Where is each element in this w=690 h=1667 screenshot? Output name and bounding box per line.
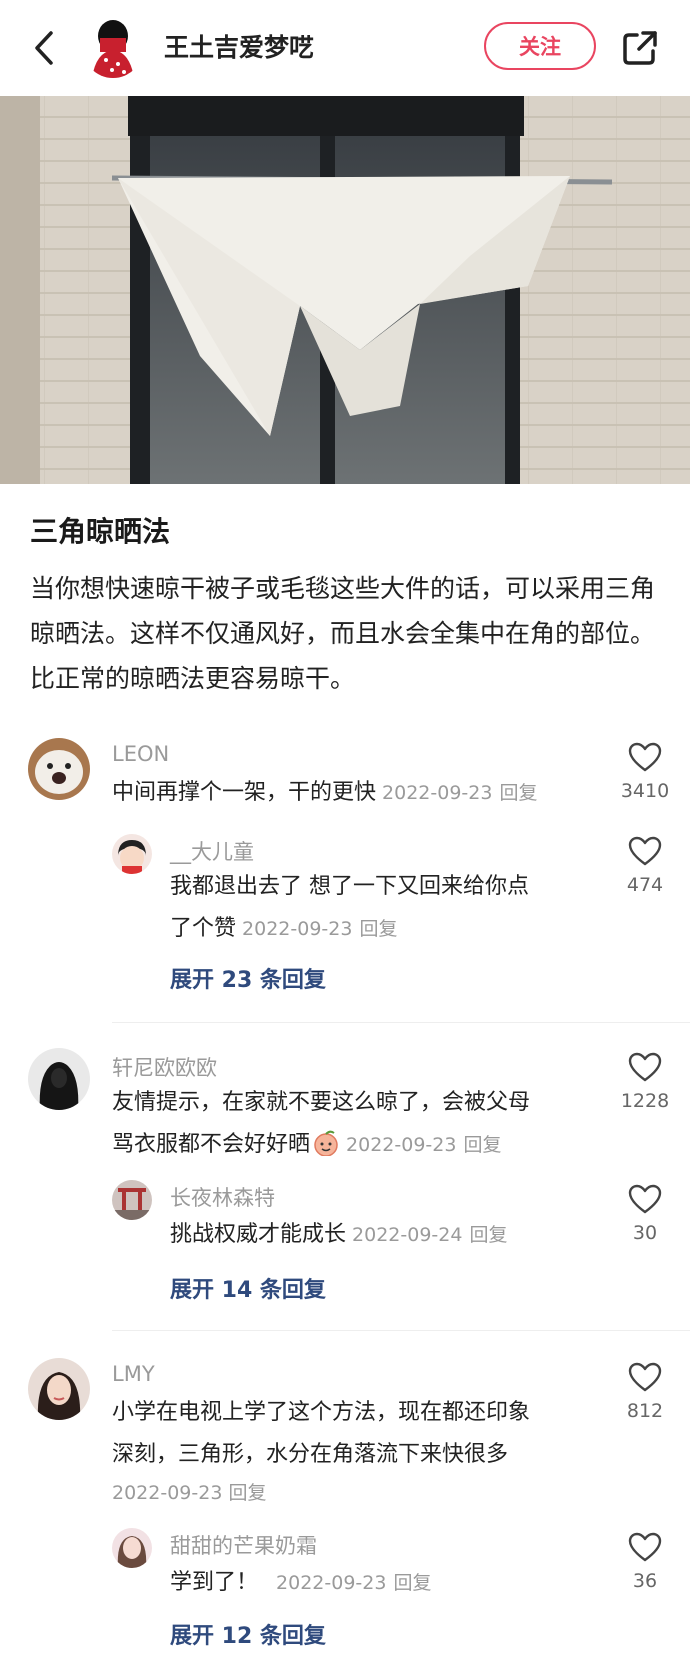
comment-date: 2022-09-23 [112,1482,223,1504]
comment-avatar[interactable] [28,1358,90,1420]
reply-avatar[interactable] [112,1180,152,1220]
reply-link[interactable]: 回复 [228,1482,266,1504]
back-arrow-icon [35,31,53,65]
back-button[interactable] [26,26,62,70]
comment-author[interactable]: 轩尼欧欧欧 [112,1052,217,1082]
comment-text: 友情提示，在家就不要这么晾了，会被父母 骂衣服都不会好好晒 2022-09-23 … [112,1082,530,1166]
comment-text: 中间再撑个一架，干的更快 2022-09-23 回复 [112,772,537,814]
peach-face-emoji-icon [314,1130,338,1156]
heart-icon[interactable] [628,1184,662,1214]
like-count: 1228 [620,1090,670,1112]
author-avatar[interactable] [82,14,144,78]
comment-content-line1: 友情提示，在家就不要这么晾了，会被父母 [112,1090,531,1115]
like-count: 812 [626,1400,664,1422]
comment-content: 中间再撑个一架，干的更快 [112,780,377,805]
post-image[interactable] [0,96,690,484]
reply-link[interactable]: 回复 [463,1134,501,1156]
post-title: 三角晾晒法 [30,515,171,548]
comment-content-line1: 小学在电视上学了这个方法，现在都还印象 [112,1400,531,1425]
reply-date: 2022-09-23 [276,1572,387,1594]
reply-content: 挑战权威才能成长 [170,1222,347,1247]
heart-icon[interactable] [628,1052,662,1082]
heart-icon[interactable] [628,1362,662,1392]
heart-icon[interactable] [628,836,662,866]
divider [112,1022,690,1023]
comment-content-line2: 骂衣服都不会好好晒 [112,1132,311,1157]
reply-link[interactable]: 回复 [393,1572,431,1594]
reply-link[interactable]: 回复 [499,782,537,804]
top-bar: 王土吉爱梦呓 关注 [0,0,690,96]
comment-avatar[interactable] [28,738,90,800]
reply-author[interactable]: __大儿童 [170,836,254,866]
like-count: 36 [632,1570,658,1592]
like-count: 3410 [620,780,670,802]
like-count: 30 [632,1222,658,1244]
reply-author[interactable]: 长夜林森特 [170,1182,275,1212]
comment-avatar[interactable] [28,1048,90,1110]
comment-author[interactable]: LEON [112,742,169,766]
share-button[interactable] [618,26,662,70]
reply-text: 学到了！ 2022-09-23 回复 [170,1562,431,1604]
reply-content-line1: 我都退出去了 想了一下又回来给你点 [170,874,529,899]
divider [112,1330,690,1331]
reply-text: 挑战权威才能成长 2022-09-24 回复 [170,1214,507,1256]
heart-icon[interactable] [628,742,662,772]
reply-content-line2: 了个赞 [170,916,237,941]
reply-date: 2022-09-24 [352,1224,463,1246]
share-icon [623,31,657,65]
reply-author[interactable]: 甜甜的芒果奶霜 [170,1530,317,1560]
reply-date: 2022-09-23 [242,918,353,940]
reply-avatar[interactable] [112,834,152,874]
comment-content-line2: 深刻，三角形，水分在角落流下来快很多 [112,1442,509,1467]
expand-replies-button[interactable]: 展开 12 条回复 [170,1618,326,1650]
comment-text: 小学在电视上学了这个方法，现在都还印象 深刻，三角形，水分在角落流下来快很多 [112,1392,530,1476]
comment-author[interactable]: LMY [112,1362,155,1386]
like-count: 474 [626,874,664,896]
reply-avatar[interactable] [112,1528,152,1568]
heart-icon[interactable] [628,1532,662,1562]
reply-link[interactable]: 回复 [359,918,397,940]
reply-content: 学到了！ [170,1570,259,1595]
post-body: 当你想快速晾干被子或毛毯这些大件的话，可以采用三角晾晒法。这样不仅通风好，而且水… [30,574,656,693]
follow-button[interactable]: 关注 [484,22,596,70]
reply-link[interactable]: 回复 [469,1224,507,1246]
reply-text: 我都退出去了 想了一下又回来给你点 了个赞 2022-09-23 回复 [170,866,529,950]
author-name[interactable]: 王土吉爱梦呓 [164,28,314,64]
comment-date: 2022-09-23 [346,1134,457,1156]
comment-date: 2022-09-23 [382,782,493,804]
expand-replies-button[interactable]: 展开 14 条回复 [170,1272,326,1304]
expand-replies-button[interactable]: 展开 23 条回复 [170,962,326,994]
comment-meta: 2022-09-23 回复 [112,1478,266,1505]
